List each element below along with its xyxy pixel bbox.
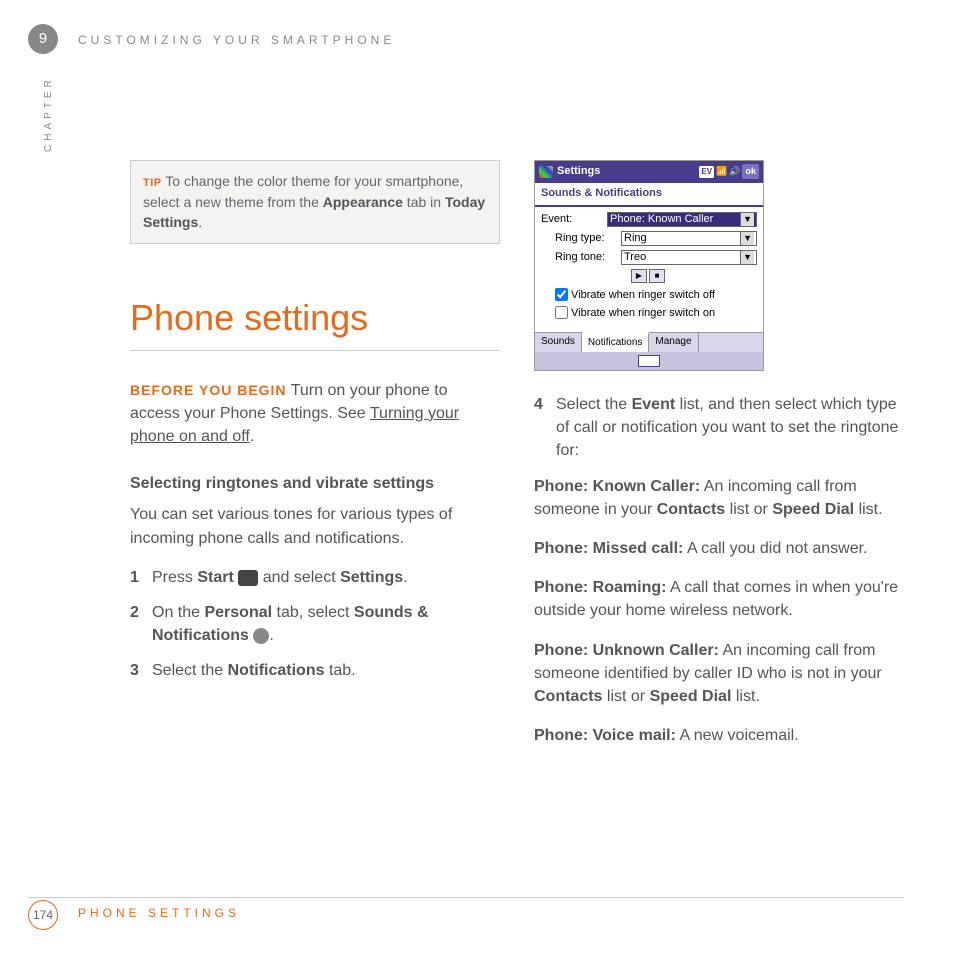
footer-rule: [28, 897, 904, 898]
play-button[interactable]: ▶: [631, 269, 647, 283]
step-3: 3 Select the Notifications tab.: [130, 659, 500, 682]
ss-tabs: Sounds Notifications Manage: [535, 332, 763, 353]
status-ev-icon: EV: [699, 166, 714, 178]
ringtone-label: Ring tone:: [541, 250, 617, 266]
ringtype-label: Ring type:: [541, 231, 617, 247]
event-dropdown[interactable]: Phone: Known Caller▼: [607, 212, 757, 227]
before-you-begin: BEFORE YOU BEGIN Turn on your phone to a…: [130, 379, 500, 449]
ss-subtitle: Sounds & Notifications: [535, 183, 763, 207]
keyboard-icon[interactable]: [638, 355, 660, 367]
ringtype-dropdown[interactable]: Ring▼: [621, 231, 757, 246]
vibrate-on-checkbox[interactable]: Vibrate when ringer switch on: [541, 306, 757, 322]
vibrate-off-checkbox[interactable]: Vibrate when ringer switch off: [541, 288, 757, 304]
tab-notifications[interactable]: Notifications: [582, 332, 649, 353]
ringtone-dropdown[interactable]: Treo▼: [621, 250, 757, 265]
step-1: 1 Press Start and select Settings.: [130, 566, 500, 589]
windows-flag-icon: [539, 166, 553, 178]
step-2: 2 On the Personal tab, select Sounds & N…: [130, 601, 500, 647]
before-label: BEFORE YOU BEGIN: [130, 382, 287, 398]
event-label: Event:: [541, 212, 603, 228]
speaker-icon: [253, 628, 269, 644]
sub-heading: Selecting ringtones and vibrate settings: [130, 472, 500, 495]
start-icon: [238, 570, 258, 586]
chapter-number-badge: 9: [28, 24, 58, 54]
ok-button[interactable]: ok: [742, 164, 759, 179]
stop-button[interactable]: ■: [649, 269, 665, 283]
intro-paragraph: You can set various tones for various ty…: [130, 503, 500, 549]
footer-title: PHONE SETTINGS: [78, 905, 240, 922]
section-heading: Phone settings: [130, 292, 500, 351]
tab-manage[interactable]: Manage: [649, 333, 698, 353]
tab-sounds[interactable]: Sounds: [535, 333, 582, 353]
definitions: Phone: Known Caller: An incoming call fr…: [534, 475, 904, 748]
chevron-down-icon: ▼: [740, 251, 754, 264]
step-4: 4 Select the Event list, and then select…: [534, 393, 904, 463]
ss-title: Settings: [557, 164, 695, 180]
device-screenshot: Settings EV ok Sounds & Notifications Ev…: [534, 160, 764, 371]
page-number: 174: [28, 900, 58, 930]
ss-titlebar: Settings EV ok: [535, 161, 763, 183]
chevron-down-icon: ▼: [740, 232, 754, 245]
tip-label: TIP: [143, 177, 162, 189]
volume-icon: [729, 164, 740, 180]
left-column: TIP To change the color theme for your s…: [130, 160, 500, 864]
tip-box: TIP To change the color theme for your s…: [130, 160, 500, 244]
chapter-title: CUSTOMIZING YOUR SMARTPHONE: [78, 32, 395, 49]
signal-icon: [716, 164, 727, 180]
chapter-label-vertical: CHAPTER: [42, 76, 57, 152]
right-column: Settings EV ok Sounds & Notifications Ev…: [534, 160, 904, 864]
chevron-down-icon: ▼: [740, 213, 754, 226]
ss-bottombar: [535, 352, 763, 370]
